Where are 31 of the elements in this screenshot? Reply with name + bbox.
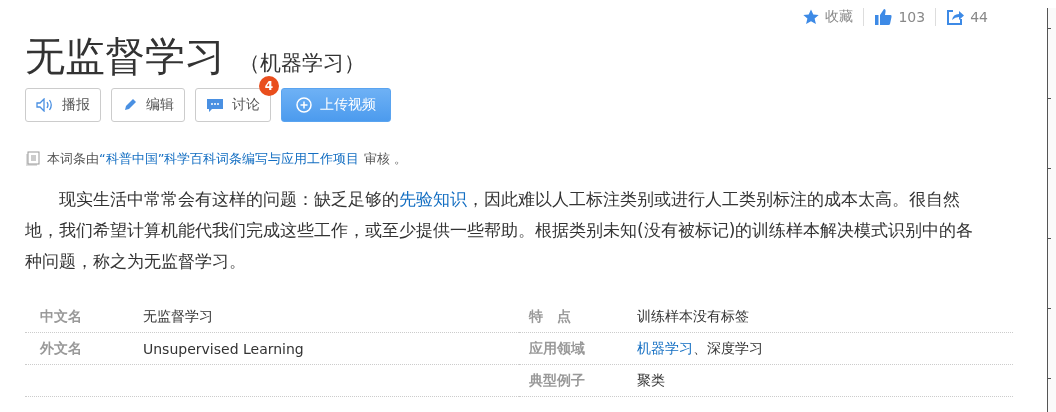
- review-note: 本词条由“科普中国”科学百科词条编写与应用工作项目 审核 。: [47, 150, 407, 168]
- link[interactable]: 机器学习: [637, 339, 693, 356]
- link[interactable]: 先验知识: [399, 189, 467, 209]
- broadcast-button[interactable]: 播报: [25, 88, 101, 122]
- link[interactable]: “科普中国”科学百科词条编写与应用工作项目: [99, 151, 360, 166]
- favorite-label[interactable]: 收藏: [825, 8, 854, 26]
- edit-button[interactable]: 编辑: [111, 88, 185, 122]
- chat-icon: [206, 97, 224, 113]
- info-label: 典型例子: [528, 371, 586, 390]
- speaker-icon: [36, 98, 54, 112]
- info-label: 中文名: [39, 307, 83, 326]
- share-icon[interactable]: [946, 8, 965, 26]
- info-value: 聚类: [637, 371, 665, 390]
- star-icon[interactable]: [803, 9, 820, 25]
- info-label: 外文名: [39, 339, 83, 358]
- plus-circle-icon: [296, 97, 312, 113]
- share-count: 44: [970, 9, 988, 25]
- info-value: 无监督学习: [143, 307, 213, 326]
- pencil-icon: [122, 97, 138, 113]
- page-title: 无监督学习: [25, 32, 225, 81]
- count-badge: 4: [259, 76, 279, 96]
- document-icon: [25, 151, 41, 167]
- info-value: 训练样本没有标签: [637, 307, 749, 326]
- page-subtitle: （机器学习）: [239, 50, 365, 77]
- info-label: 特 点: [527, 307, 572, 326]
- info-value: 机器学习、深度学习: [637, 339, 763, 358]
- thumbs-up-icon[interactable]: [874, 8, 893, 26]
- info-label: 应用领域: [528, 339, 586, 358]
- summary-paragraph: 现实生活中常常会有这样的问题：缺乏足够的先验知识，因此难以人工标注类别或进行人工类别标注的成本太高。很自然地，我们希望计算机能代我们完成这些工作，或至少提供一些帮助。根据类别未知(没有被标记)的训练样本解决模式识别中的各种问题，称之为无监督学习。: [25, 188, 975, 273]
- info-value: Unsupervised Learning: [143, 340, 304, 357]
- like-count: 103: [898, 9, 926, 25]
